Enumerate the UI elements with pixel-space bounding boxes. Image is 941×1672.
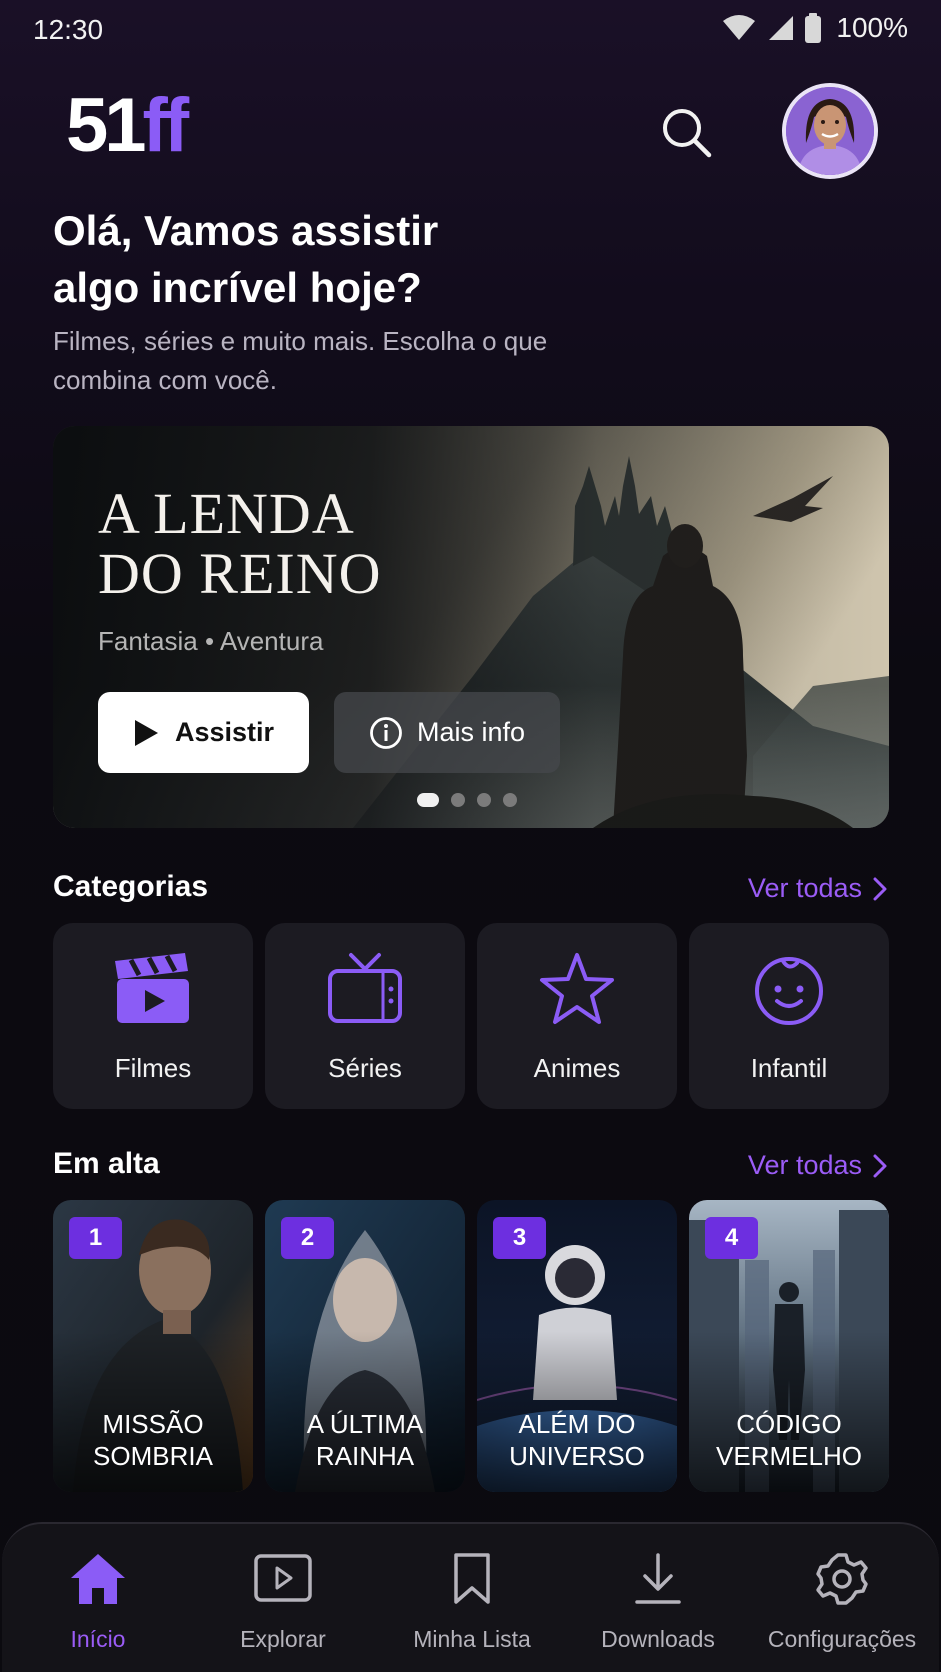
trending-poster-4[interactable]: 4 CÓDIGO VERMELHO: [689, 1200, 889, 1492]
nav-item-inicio[interactable]: Início: [13, 1552, 183, 1662]
status-time: 12:30: [33, 14, 104, 45]
battery-percentage: 100%: [836, 12, 908, 43]
nav-item-downloads[interactable]: Downloads: [573, 1552, 743, 1662]
gear-icon: [816, 1553, 868, 1605]
chevron-right-icon: [873, 1154, 887, 1177]
play-icon: [134, 719, 158, 746]
category-infantil[interactable]: Infantil: [689, 923, 889, 1109]
chevron-right-icon: [873, 877, 887, 900]
tv-icon: [328, 953, 402, 1023]
featured-title: A LENDA DO REINO: [98, 481, 382, 606]
trending-poster-3[interactable]: 3 ALÉM DO UNIVERSO: [477, 1200, 677, 1492]
trending-poster-1[interactable]: 1 MISSÃO SOMBRIA: [53, 1200, 253, 1492]
play-square-icon: [254, 1554, 312, 1602]
search-icon: [663, 109, 712, 158]
trending-title: Em alta: [53, 1147, 160, 1180]
bookmark-icon: [454, 1553, 490, 1604]
app-logo: 51ff: [66, 83, 189, 168]
greeting-heading: Olá, Vamos assistir algo incrível hoje?: [53, 207, 439, 311]
download-icon: [635, 1553, 681, 1604]
more-info-button[interactable]: Mais info: [334, 692, 560, 773]
trending-poster-2[interactable]: 2 A ÚLTIMA RAINHA: [265, 1200, 465, 1492]
watch-button[interactable]: Assistir: [98, 692, 309, 773]
carousel-dot-2[interactable]: [451, 793, 465, 807]
category-filmes[interactable]: Filmes: [53, 923, 253, 1109]
home-screen: 12:30 100% 51ff Olá, Vamos assistir algo…: [0, 0, 941, 1672]
search-button[interactable]: [656, 102, 716, 162]
nav-item-minha-lista[interactable]: Minha Lista: [387, 1552, 557, 1662]
star-icon: [540, 953, 614, 1024]
categories-row: Filmes Séries Animes Infantil: [53, 923, 889, 1109]
poster-title: MISSÃO SOMBRIA: [93, 1409, 213, 1471]
featured-genres: Fantasia • Aventura: [98, 626, 324, 656]
categories-see-all-link[interactable]: Ver todas: [748, 873, 888, 904]
rank-badge: 3: [493, 1217, 546, 1259]
categories-title: Categorias: [53, 870, 209, 903]
carousel-dot-3[interactable]: [477, 793, 491, 807]
poster-title: ALÉM DO UNIVERSO: [509, 1409, 645, 1471]
info-icon: [370, 716, 402, 749]
status-icons: 100%: [722, 12, 908, 44]
profile-avatar[interactable]: [782, 83, 878, 179]
carousel-dot-4[interactable]: [503, 793, 517, 807]
battery-icon: [804, 13, 822, 43]
home-icon: [71, 1554, 125, 1604]
bottom-navigation: Início Explorar Minha Lista Downloads Co…: [2, 1522, 939, 1672]
poster-title: CÓDIGO VERMELHO: [716, 1409, 862, 1471]
clapperboard-icon: [115, 953, 189, 1023]
wifi-icon: [722, 14, 756, 42]
category-series[interactable]: Séries: [265, 923, 465, 1109]
nav-item-explorar[interactable]: Explorar: [198, 1552, 368, 1662]
baby-face-icon: [755, 957, 823, 1025]
nav-item-configuracoes[interactable]: Configurações: [757, 1552, 927, 1662]
trending-row: 1 MISSÃO SOMBRIA 2 A ÚLTIMA RAINHA 3 ALÉ…: [53, 1200, 889, 1492]
rank-badge: 4: [705, 1217, 758, 1259]
poster-title: A ÚLTIMA RAINHA: [306, 1409, 424, 1471]
category-animes[interactable]: Animes: [477, 923, 677, 1109]
signal-icon: [766, 14, 794, 42]
rank-badge: 2: [281, 1217, 334, 1259]
carousel-dot-1[interactable]: [417, 793, 439, 807]
featured-banner[interactable]: A LENDA DO REINO Fantasia • Aventura Ass…: [53, 426, 889, 828]
rank-badge: 1: [69, 1217, 122, 1259]
carousel-indicator: [417, 793, 517, 807]
trending-see-all-link[interactable]: Ver todas: [748, 1150, 888, 1181]
greeting-subtitle: Filmes, séries e muito mais. Escolha o q…: [53, 326, 548, 395]
status-bar: 12:30 100%: [0, 0, 941, 58]
